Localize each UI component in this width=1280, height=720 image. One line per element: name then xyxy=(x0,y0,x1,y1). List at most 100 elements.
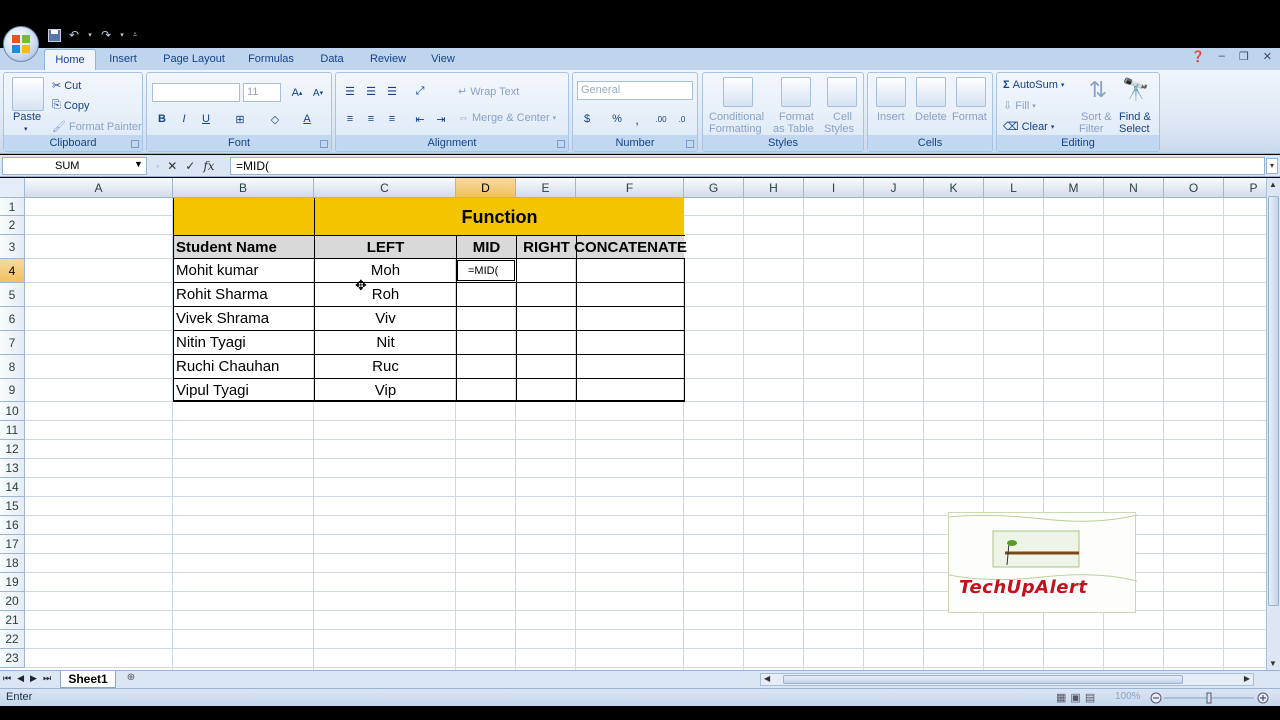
merge-center-button[interactable]: ⇔ Merge & Center ▾ xyxy=(458,112,556,124)
tab-view[interactable]: View xyxy=(424,49,462,70)
italic-button[interactable]: I xyxy=(174,109,194,129)
vertical-scroll-thumb[interactable] xyxy=(1268,196,1279,606)
resize-handle-icon[interactable]: ◦ xyxy=(156,161,159,171)
delete-cells-icon[interactable] xyxy=(916,77,946,107)
column-header-p[interactable]: P xyxy=(1224,178,1266,198)
column-header-h[interactable]: H xyxy=(744,178,804,198)
undo-icon[interactable]: ↶ xyxy=(66,27,82,43)
tab-insert[interactable]: Insert xyxy=(100,49,146,70)
prev-sheet-icon[interactable]: ◀ xyxy=(17,673,24,684)
number-launcher-icon[interactable] xyxy=(686,140,694,148)
copy-button[interactable]: ⎘ Copy xyxy=(52,99,90,112)
cell-student-name[interactable]: Vipul Tyagi xyxy=(176,379,249,402)
minimize-icon[interactable]: ‒ xyxy=(1219,50,1225,63)
align-right-icon[interactable]: ≡ xyxy=(382,109,402,129)
row-header-3[interactable]: 3 xyxy=(0,235,25,259)
align-center-icon[interactable]: ≡ xyxy=(361,109,381,129)
help-icon[interactable]: ❓ xyxy=(1191,50,1205,63)
scroll-down-icon[interactable]: ▼ xyxy=(1269,659,1277,668)
column-header-g[interactable]: G xyxy=(684,178,744,198)
cell-student-name[interactable]: Ruchi Chauhan xyxy=(176,355,279,378)
sort-filter-icon[interactable]: ⇅ xyxy=(1083,77,1113,107)
fill-button[interactable]: ⇩ Fill ▾ xyxy=(1003,99,1036,113)
sort-filter-label[interactable]: Sort & xyxy=(1081,111,1112,123)
scroll-left-icon[interactable]: ◀ xyxy=(764,674,770,683)
horizontal-scroll-thumb[interactable] xyxy=(783,675,1183,684)
row-header-10[interactable]: 10 xyxy=(0,402,25,421)
scroll-right-icon[interactable]: ▶ xyxy=(1244,674,1250,683)
column-header-i[interactable]: I xyxy=(804,178,864,198)
scroll-up-icon[interactable]: ▲ xyxy=(1269,180,1277,189)
row-header-7[interactable]: 7 xyxy=(0,331,25,355)
row-header-11[interactable]: 11 xyxy=(0,421,25,440)
next-sheet-icon[interactable]: ▶ xyxy=(30,673,37,684)
page-layout-view-icon[interactable]: ▣ xyxy=(1070,691,1080,704)
cell-student-name[interactable]: Nitin Tyagi xyxy=(176,331,246,354)
currency-button[interactable]: $ xyxy=(577,109,597,129)
row-header-4[interactable]: 4 xyxy=(0,259,25,283)
shrink-font-icon[interactable]: A ▾ xyxy=(308,83,328,103)
insert-function-icon[interactable]: fx xyxy=(203,159,214,173)
column-header-b[interactable]: B xyxy=(173,178,314,198)
header-mid[interactable]: MID xyxy=(457,236,516,258)
row-header-5[interactable]: 5 xyxy=(0,283,25,307)
vertical-scrollbar[interactable]: ▲ ▼ xyxy=(1266,178,1280,670)
row-header-23[interactable]: 23 xyxy=(0,649,25,668)
binoculars-icon[interactable]: 🔭 xyxy=(1121,77,1151,107)
cell-left-result[interactable]: Roh xyxy=(315,283,456,306)
row-header-19[interactable]: 19 xyxy=(0,573,25,592)
font-launcher-icon[interactable] xyxy=(320,140,328,148)
underline-button[interactable]: U xyxy=(196,109,216,129)
column-header-j[interactable]: J xyxy=(864,178,924,198)
row-header-21[interactable]: 21 xyxy=(0,611,25,630)
row-header-16[interactable]: 16 xyxy=(0,516,25,535)
row-header-14[interactable]: 14 xyxy=(0,478,25,497)
save-icon[interactable] xyxy=(46,27,62,43)
bold-button[interactable]: B xyxy=(152,109,172,129)
column-header-e[interactable]: E xyxy=(516,178,576,198)
cell-student-name[interactable]: Vivek Shrama xyxy=(176,307,269,330)
font-name-combo[interactable] xyxy=(152,83,240,102)
format-as-table-label[interactable]: Format xyxy=(779,111,814,123)
font-size-combo[interactable]: 11 xyxy=(243,83,281,102)
enter-check-icon[interactable]: ✓ xyxy=(185,159,195,173)
cell-left-result[interactable]: Viv xyxy=(315,307,456,330)
header-concatenate[interactable]: CONCATENATE xyxy=(574,236,687,258)
number-format-combo[interactable]: General xyxy=(577,81,693,100)
redo-icon[interactable]: ↷ xyxy=(98,27,114,43)
zoom-level[interactable]: 100% xyxy=(1115,691,1141,702)
tab-home[interactable]: Home xyxy=(44,49,96,70)
header-right[interactable]: RIGHT xyxy=(517,236,576,258)
row-header-8[interactable]: 8 xyxy=(0,355,25,379)
horizontal-scrollbar[interactable]: ◀ ▶ xyxy=(760,673,1254,686)
cell-left-result[interactable]: Moh xyxy=(315,259,456,282)
customize-qat-icon[interactable]: ⩡ xyxy=(130,27,140,43)
delete-cells-label[interactable]: Delete xyxy=(915,111,947,123)
row-header-22[interactable]: 22 xyxy=(0,630,25,649)
tab-formulas[interactable]: Formulas xyxy=(240,49,302,70)
align-bottom-icon[interactable]: ☰ xyxy=(382,81,402,101)
increase-indent-icon[interactable]: ⇥ xyxy=(431,109,451,129)
page-break-view-icon[interactable]: ▤ xyxy=(1085,691,1095,704)
first-sheet-icon[interactable]: ⏮ xyxy=(3,673,11,684)
column-header-a[interactable]: A xyxy=(25,178,173,198)
restore-icon[interactable]: ❐ xyxy=(1239,50,1249,63)
insert-cells-label[interactable]: Insert xyxy=(877,111,905,123)
redo-dropdown-icon[interactable]: ▾ xyxy=(118,27,126,43)
paste-dropdown-icon[interactable]: ▾ xyxy=(24,125,28,133)
align-top-icon[interactable]: ☰ xyxy=(340,81,360,101)
last-sheet-icon[interactable]: ⏭ xyxy=(43,673,51,684)
row-header-18[interactable]: 18 xyxy=(0,554,25,573)
row-header-9[interactable]: 9 xyxy=(0,379,25,402)
orientation-icon[interactable]: ⤢ xyxy=(410,81,430,101)
tab-review[interactable]: Review xyxy=(362,49,414,70)
row-header-1[interactable]: 1 xyxy=(0,198,25,216)
paste-icon[interactable] xyxy=(12,77,44,111)
decrease-decimal-icon[interactable]: .0 xyxy=(672,109,692,129)
header-left[interactable]: LEFT xyxy=(315,236,456,258)
cell-left-result[interactable]: Nit xyxy=(315,331,456,354)
cell-styles-label[interactable]: Cell xyxy=(833,111,852,123)
sheet-tab-sheet1[interactable]: Sheet1 xyxy=(60,671,116,688)
name-box-dropdown-icon[interactable]: ▼ xyxy=(134,159,143,169)
table-title[interactable]: Function xyxy=(315,199,684,235)
